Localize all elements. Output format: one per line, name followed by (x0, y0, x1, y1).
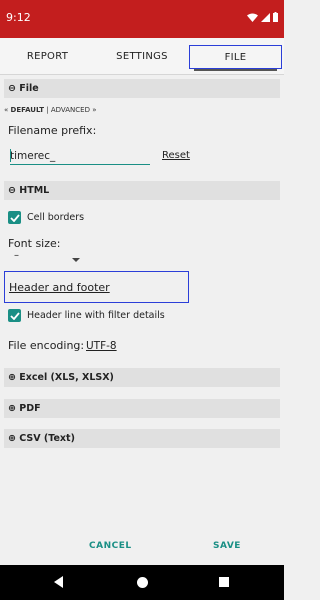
section-header-csv[interactable]: ⊕ CSV (Text) (4, 429, 280, 448)
mode-default[interactable]: DEFAULT (11, 106, 45, 114)
text-cursor (10, 149, 11, 162)
tab-settings[interactable]: SETTINGS (95, 38, 189, 75)
navigation-bar (0, 565, 284, 600)
cancel-button[interactable]: CANCEL (89, 541, 132, 551)
battery-icon (273, 12, 278, 22)
tab-file-label: FILE (224, 51, 247, 63)
home-icon[interactable] (137, 577, 148, 588)
mode-selector[interactable]: « DEFAULT | ADVANCED » (4, 106, 97, 114)
tab-bar: REPORT SETTINGS FILE (0, 38, 284, 75)
checkbox-checked-icon (8, 211, 21, 224)
back-icon[interactable] (54, 576, 63, 588)
section-header-html[interactable]: ⊖ HTML (4, 181, 280, 200)
reset-button[interactable]: Reset (162, 150, 190, 161)
header-line-checkbox[interactable]: Header line with filter details (8, 309, 165, 322)
save-button[interactable]: SAVE (213, 541, 241, 551)
font-size-value: – (14, 250, 19, 261)
cell-borders-checkbox[interactable]: Cell borders (8, 211, 84, 224)
section-header-file[interactable]: ⊖ File (4, 79, 280, 98)
file-encoding-link[interactable]: UTF-8 (86, 340, 117, 352)
header-footer-button[interactable]: Header and footer (4, 271, 189, 303)
section-header-pdf[interactable]: ⊕ PDF (4, 399, 280, 418)
status-time: 9:12 (6, 11, 31, 24)
signal-icon (261, 12, 270, 22)
filename-prefix-label: Filename prefix: (8, 124, 97, 137)
header-footer-label: Header and footer (9, 281, 110, 294)
dropdown-arrow-icon (72, 258, 80, 262)
tab-active-indicator (194, 69, 277, 71)
header-line-label: Header line with filter details (27, 310, 165, 321)
status-bar: 9:12 (0, 0, 284, 38)
tab-report[interactable]: REPORT (0, 38, 95, 75)
file-encoding-label: File encoding: (8, 339, 85, 352)
wifi-icon (247, 13, 258, 22)
checkbox-checked-icon (8, 309, 21, 322)
recent-apps-icon[interactable] (219, 577, 229, 587)
section-header-excel[interactable]: ⊕ Excel (XLS, XLSX) (4, 368, 280, 387)
font-size-label: Font size: (8, 237, 61, 250)
filename-prefix-input[interactable] (10, 147, 150, 165)
status-icons (247, 12, 278, 22)
mode-advanced[interactable]: | ADVANCED » (44, 106, 96, 114)
tab-file[interactable]: FILE (189, 45, 282, 71)
font-size-dropdown[interactable]: – (10, 250, 84, 266)
cell-borders-label: Cell borders (27, 212, 85, 223)
